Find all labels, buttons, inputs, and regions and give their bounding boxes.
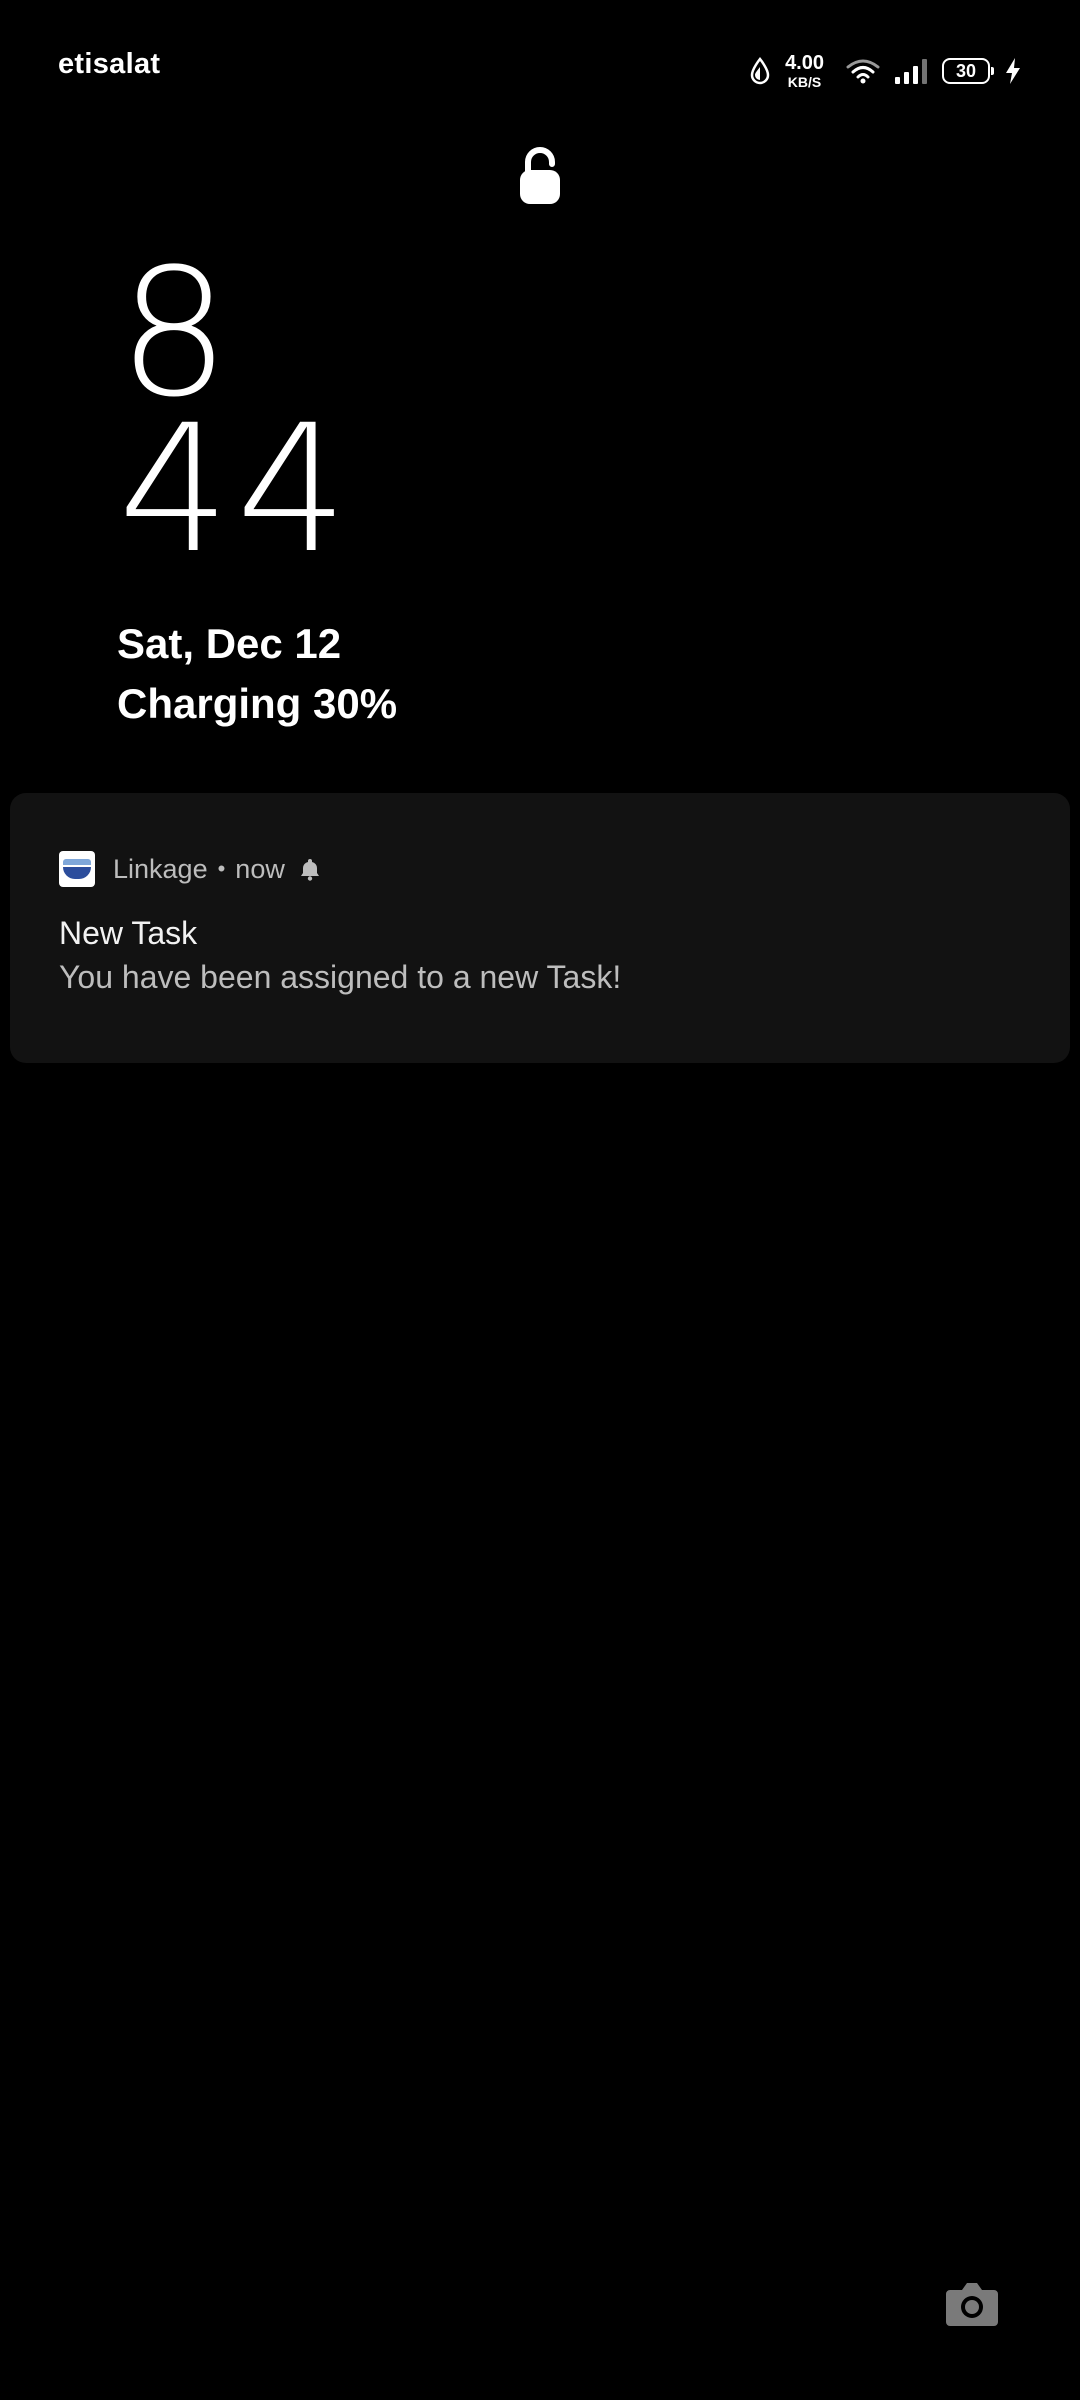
bell-icon bbox=[300, 859, 319, 881]
notification-time: now bbox=[235, 853, 285, 884]
linkage-app-icon bbox=[59, 851, 95, 887]
date-text: Sat, Dec 12 bbox=[117, 620, 342, 667]
network-speed-unit: KB/S bbox=[787, 74, 822, 90]
signal-icon bbox=[895, 59, 927, 84]
data-saver-icon bbox=[750, 57, 770, 85]
clock: 8 44 bbox=[118, 246, 354, 592]
charging-bolt-icon bbox=[1006, 58, 1020, 84]
carrier-name: etisalat bbox=[58, 48, 161, 80]
notification-card[interactable]: Linkage • now New Task You have been ass… bbox=[10, 793, 1070, 1063]
charging-status: Charging 30% bbox=[117, 680, 398, 727]
network-speed: 4.00 KB/S bbox=[785, 53, 824, 89]
status-bar: etisalat 4.00 KB/S 30 bbox=[0, 0, 1080, 140]
unlocked-padlock-icon[interactable] bbox=[516, 146, 564, 206]
wifi-icon bbox=[846, 59, 880, 84]
camera-icon[interactable] bbox=[940, 2272, 1004, 2336]
clock-minute: 44 bbox=[118, 387, 354, 592]
notification-title: New Task bbox=[59, 915, 198, 951]
battery-level: 30 bbox=[955, 60, 977, 81]
lock-screen: etisalat 4.00 KB/S 30 8 44 Sat, Dec 12 C… bbox=[0, 0, 1080, 2400]
battery-icon: 30 bbox=[942, 58, 994, 84]
notification-header: Linkage • now bbox=[59, 851, 321, 887]
network-speed-value: 4.00 bbox=[785, 52, 824, 74]
status-icons: 4.00 KB/S 30 bbox=[749, 48, 1022, 94]
separator-dot: • bbox=[217, 856, 226, 881]
notification-body: You have been assigned to a new Task! bbox=[59, 959, 622, 995]
notification-app-name: Linkage bbox=[113, 853, 208, 884]
